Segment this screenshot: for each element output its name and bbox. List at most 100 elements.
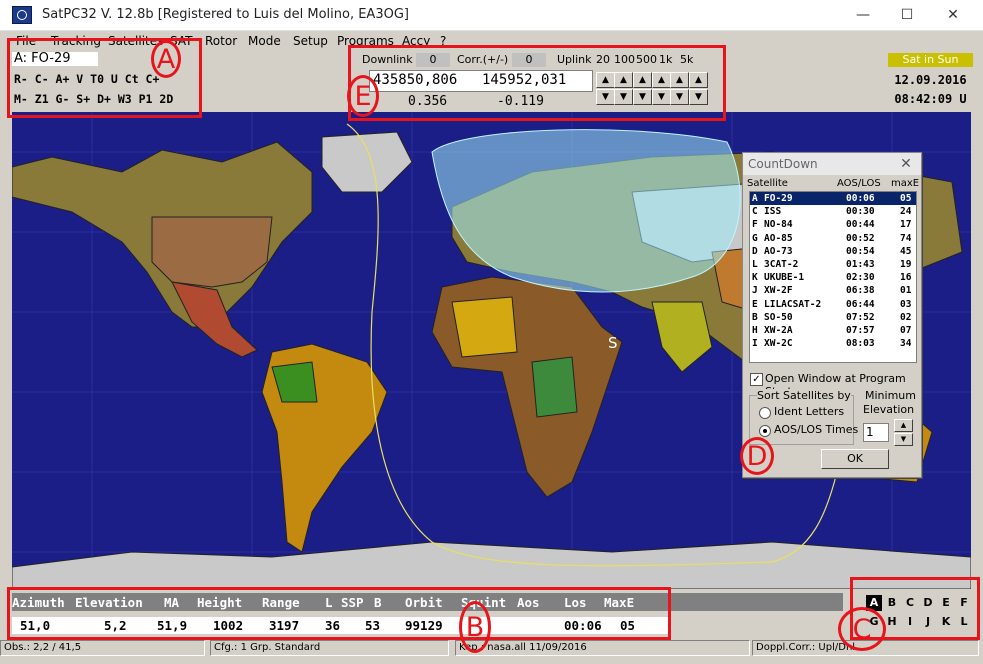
row-name: FO-29 xyxy=(764,193,793,204)
row-time: 00:06 xyxy=(846,193,875,204)
row-time: 01:43 xyxy=(846,258,875,270)
annotation-label-b: B xyxy=(459,601,491,653)
open-at-start-checkbox[interactable]: ✓ xyxy=(750,373,763,386)
row-maxe: 03 xyxy=(900,298,912,310)
col-satellite: Satellite xyxy=(747,178,788,189)
row-maxe: 01 xyxy=(900,285,912,297)
maximize-button[interactable]: ☐ xyxy=(884,0,930,30)
row-id: L xyxy=(752,258,758,270)
satellite-position-marker[interactable]: S xyxy=(608,334,618,352)
central-africa xyxy=(531,356,578,418)
sun-status-badge: Sat in Sun xyxy=(888,53,973,67)
row-name: ISS xyxy=(764,206,782,218)
status-keps: Kep.: nasa.all 11/09/2016 xyxy=(455,640,750,656)
row-id: K xyxy=(752,272,758,284)
countdown-row[interactable]: K UKUBE-1 02:30 16 xyxy=(750,271,916,284)
row-time: 06:44 xyxy=(846,298,875,310)
minimize-button[interactable]: — xyxy=(840,0,886,30)
min-elevation-down[interactable]: ▼ xyxy=(894,433,913,446)
row-name: NO-84 xyxy=(764,219,793,231)
countdown-row[interactable]: D AO-73 00:54 45 xyxy=(750,245,916,258)
utc-time: 08:42:09 U xyxy=(894,92,967,106)
min-elevation-input[interactable]: 1 xyxy=(863,423,889,442)
min-elevation-label-2: Elevation xyxy=(863,403,915,416)
countdown-row[interactable]: I XW-2C 08:03 34 xyxy=(750,337,916,350)
row-time: 00:52 xyxy=(846,232,875,244)
utc-date: 12.09.2016 xyxy=(894,73,967,87)
close-button[interactable]: ✕ xyxy=(930,0,976,30)
sort-aos-label: AOS/LOS Times xyxy=(774,423,859,436)
annotation-box-b xyxy=(7,587,671,640)
row-time: 08:03 xyxy=(846,338,875,350)
row-name: SO-50 xyxy=(764,311,793,323)
row-id: G xyxy=(752,232,758,244)
row-maxe: 45 xyxy=(900,245,912,257)
col-maxe: maxE xyxy=(891,178,920,189)
countdown-row[interactable]: E LILACSAT-2 06:44 03 xyxy=(750,298,916,311)
countdown-row[interactable]: F NO-84 00:44 17 xyxy=(750,218,916,231)
row-name: LILACSAT-2 xyxy=(764,298,822,310)
row-time: 00:54 xyxy=(846,245,875,257)
row-id: E xyxy=(752,298,758,310)
sort-ident-radio[interactable] xyxy=(759,407,771,419)
countdown-row[interactable]: A FO-29 00:06 05 xyxy=(750,192,916,206)
sort-group xyxy=(749,395,854,445)
annotation-label-a: A xyxy=(151,40,181,78)
row-time: 07:52 xyxy=(846,311,875,323)
north-africa xyxy=(451,296,518,358)
row-maxe: 05 xyxy=(900,193,912,204)
row-maxe: 24 xyxy=(900,206,912,218)
sort-group-label: Sort Satellites by xyxy=(757,389,851,402)
status-observer: Obs.: 2,2 / 41,5 xyxy=(0,640,205,656)
status-config: Cfg.: 1 Grp. Standard xyxy=(210,640,449,656)
col-aos-los: AOS/LOS xyxy=(837,178,881,189)
row-time: 00:44 xyxy=(846,219,875,231)
row-name: XW-2C xyxy=(764,338,793,350)
row-id: A xyxy=(752,193,758,204)
row-id: I xyxy=(752,338,758,350)
row-maxe: 16 xyxy=(900,272,912,284)
countdown-row[interactable]: L 3CAT-2 01:43 19 xyxy=(750,258,916,271)
menu-setup[interactable]: Setup xyxy=(293,34,328,48)
countdown-window: CountDown ✕ Satellite AOS/LOS maxE A FO-2… xyxy=(742,152,922,478)
row-id: H xyxy=(752,324,758,336)
countdown-title: CountDown xyxy=(748,157,818,171)
countdown-row[interactable]: J XW-2F 06:38 01 xyxy=(750,284,916,297)
row-time: 02:30 xyxy=(846,272,875,284)
row-maxe: 74 xyxy=(900,232,912,244)
annotation-label-d: D xyxy=(740,437,774,475)
row-id: D xyxy=(752,245,758,257)
row-name: AO-73 xyxy=(764,245,793,257)
countdown-row[interactable]: H XW-2A 07:57 07 xyxy=(750,324,916,337)
row-id: J xyxy=(752,285,758,297)
min-elevation-label-1: Minimum xyxy=(865,389,916,402)
title-bar: SatPC32 V. 12.8b [Registered to Luis del… xyxy=(0,0,983,31)
row-maxe: 07 xyxy=(900,324,912,336)
row-id: B xyxy=(752,311,758,323)
countdown-close-button[interactable]: ✕ xyxy=(895,155,917,173)
window-title: SatPC32 V. 12.8b [Registered to Luis del… xyxy=(42,7,409,22)
min-elevation-up[interactable]: ▲ xyxy=(894,419,913,432)
countdown-row[interactable]: C ISS 00:30 24 xyxy=(750,205,916,218)
menu-rotor[interactable]: Rotor xyxy=(205,34,237,48)
row-time: 06:38 xyxy=(846,285,875,297)
row-time: 00:30 xyxy=(846,206,875,218)
row-name: 3CAT-2 xyxy=(764,258,799,270)
countdown-titlebar[interactable]: CountDown ✕ xyxy=(743,153,921,175)
row-name: XW-2F xyxy=(764,285,793,297)
countdown-row[interactable]: G AO-85 00:52 74 xyxy=(750,232,916,245)
sort-ident-label: Ident Letters xyxy=(774,405,845,418)
row-name: UKUBE-1 xyxy=(764,272,805,284)
countdown-row[interactable]: B SO-50 07:52 02 xyxy=(750,311,916,324)
row-maxe: 34 xyxy=(900,338,912,350)
row-id: C xyxy=(752,206,758,218)
row-name: AO-85 xyxy=(764,232,793,244)
satpc32-app-icon[interactable] xyxy=(12,6,32,24)
annotation-label-e: E xyxy=(347,75,379,117)
sort-aos-radio[interactable] xyxy=(759,425,771,437)
countdown-ok-button[interactable]: OK xyxy=(821,449,889,469)
annotation-label-c: C xyxy=(838,607,886,651)
row-maxe: 02 xyxy=(900,311,912,323)
menu-mode[interactable]: Mode xyxy=(248,34,281,48)
countdown-list[interactable]: A FO-29 00:06 05 C ISS 00:30 24 F NO-84 00:44 17 G AO… xyxy=(749,191,917,363)
